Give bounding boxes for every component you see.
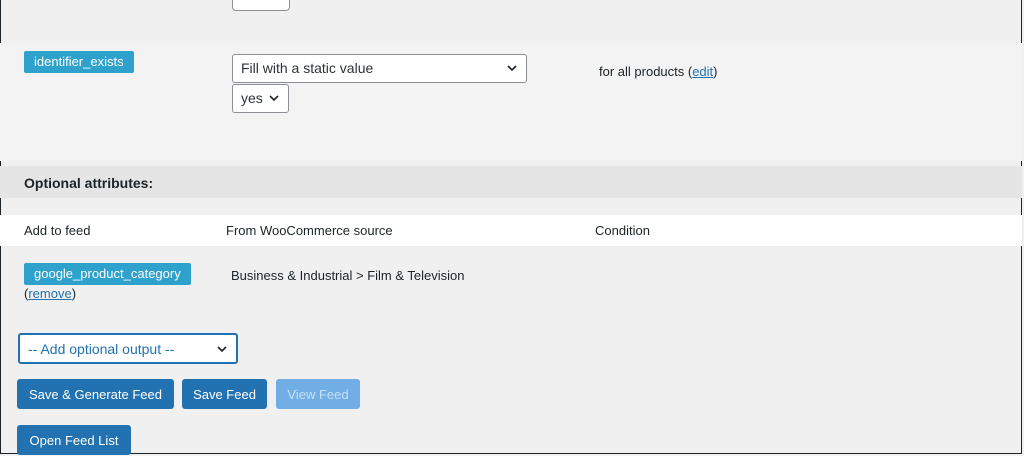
google-product-category-tag: google_product_category — [24, 263, 191, 285]
column-header-row — [0, 215, 1022, 246]
remove-wrapper: (remove) — [24, 286, 76, 301]
view-feed-button[interactable]: View Feed — [276, 379, 360, 409]
static-value-note: for all products (edit) — [599, 64, 718, 79]
chevron-down-icon — [269, 95, 279, 102]
identifier-exists-tag: identifier_exists — [24, 51, 134, 73]
static-value-select-label: Fill with a static value — [241, 60, 374, 76]
add-optional-output-label: -- Add optional output -- — [28, 341, 175, 357]
remove-link[interactable]: remove — [28, 286, 71, 301]
static-value-select[interactable]: Fill with a static value — [232, 54, 527, 83]
remove-suffix: ) — [71, 286, 77, 301]
google-product-category-value: Business & Industrial > Film & Televisio… — [231, 268, 465, 283]
note-prefix: for all products ( — [599, 64, 693, 79]
open-feed-list-button[interactable]: Open Feed List — [17, 425, 131, 455]
save-generate-feed-button[interactable]: Save & Generate Feed — [17, 379, 174, 409]
add-optional-output-select[interactable]: -- Add optional output -- — [18, 333, 238, 364]
optional-attributes-title: Optional attributes: — [24, 175, 154, 191]
chevron-down-icon — [507, 65, 517, 72]
previous-select-partial[interactable] — [232, 0, 290, 11]
chevron-down-icon — [217, 346, 227, 353]
yes-select-label: yes — [241, 90, 263, 106]
column-woocommerce-source: From WooCommerce source — [226, 223, 393, 238]
optional-attributes-header — [0, 166, 1022, 198]
note-suffix: ) — [713, 64, 718, 79]
edit-link[interactable]: edit — [692, 64, 713, 79]
save-feed-button[interactable]: Save Feed — [182, 379, 267, 409]
yes-select[interactable]: yes — [232, 84, 289, 113]
column-add-to-feed: Add to feed — [24, 223, 91, 238]
column-condition: Condition — [595, 223, 650, 238]
